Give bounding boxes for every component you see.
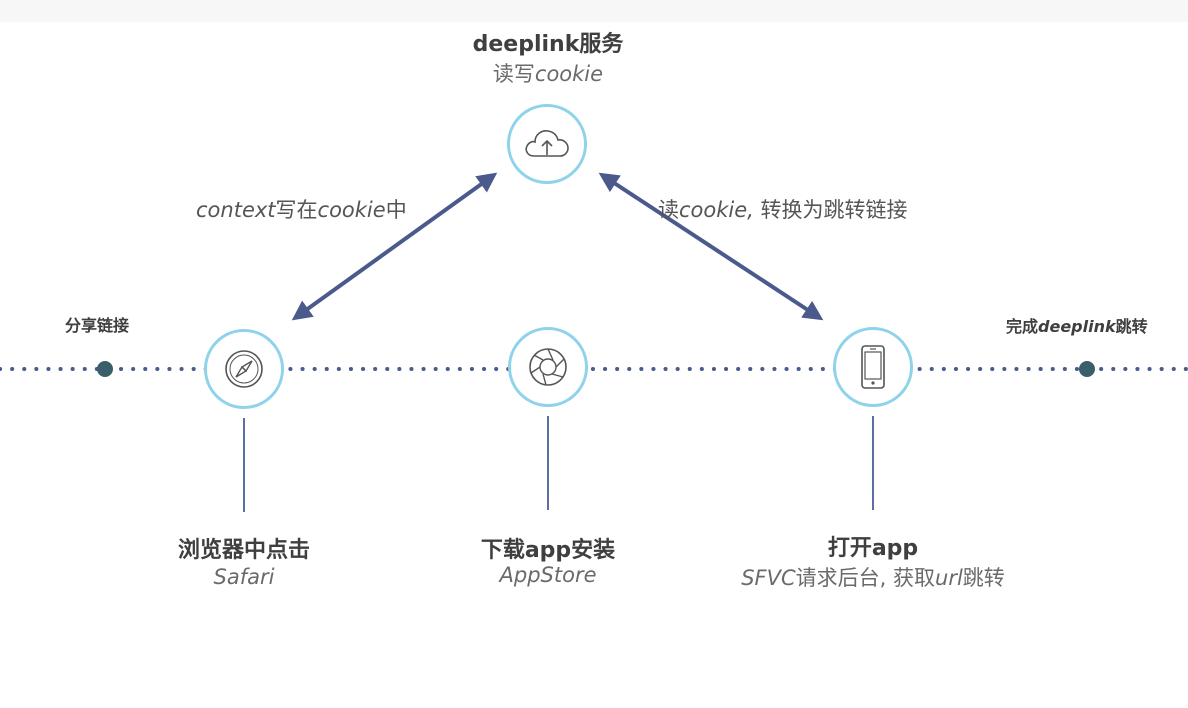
app-node <box>833 327 913 407</box>
timeline-start-label: 分享链接 <box>65 316 130 335</box>
safari-node <box>204 329 284 409</box>
step-safari-subtitle: Safari <box>213 565 275 589</box>
smartphone-icon <box>858 344 888 390</box>
left-arrow-label: context写在cookie中 <box>196 198 407 222</box>
timeline-start-dot <box>97 361 113 377</box>
aperture-icon <box>526 345 570 389</box>
timeline-end-label: 完成deeplink跳转 <box>1006 317 1148 336</box>
appstore-node <box>508 327 588 407</box>
right-arrow-label: 读cookie, 转换为跳转链接 <box>658 198 908 222</box>
deeplink-service-title: deeplink服务 <box>472 32 624 57</box>
compass-icon <box>222 347 266 391</box>
step-appstore-title: 下载app安装 <box>480 538 616 563</box>
diagram-canvas <box>0 172 1188 512</box>
step-appstore-subtitle: AppStore <box>499 563 597 587</box>
step-safari-title: 浏览器中点击 <box>177 538 310 563</box>
step-app-title: 打开app <box>827 536 919 561</box>
step-app-subtitle: SFVC请求后台, 获取url跳转 <box>741 566 1005 590</box>
cloud-upload-icon <box>522 124 572 164</box>
timeline-end-dot <box>1079 361 1095 377</box>
deeplink-service-node <box>507 104 587 184</box>
deeplink-service-subtitle: 读写cookie <box>492 62 604 86</box>
